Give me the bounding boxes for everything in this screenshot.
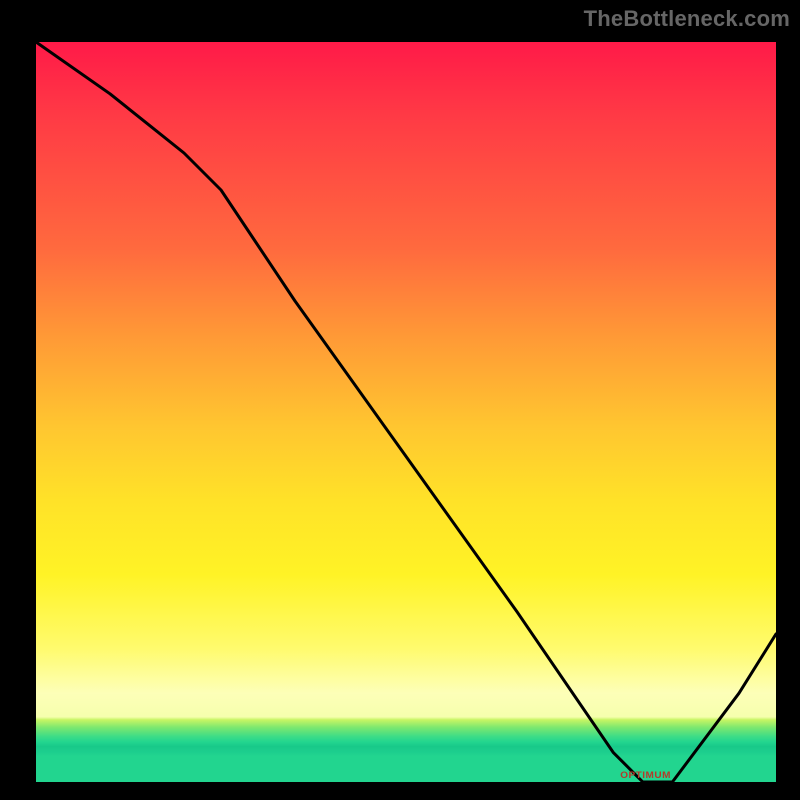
optimum-label: OPTIMUM	[620, 770, 671, 780]
attribution-text: TheBottleneck.com	[584, 6, 790, 32]
chart-frame: TheBottleneck.com OPTIMUM	[0, 0, 800, 800]
bottleneck-curve	[36, 42, 776, 782]
plot-area: OPTIMUM	[30, 36, 770, 776]
